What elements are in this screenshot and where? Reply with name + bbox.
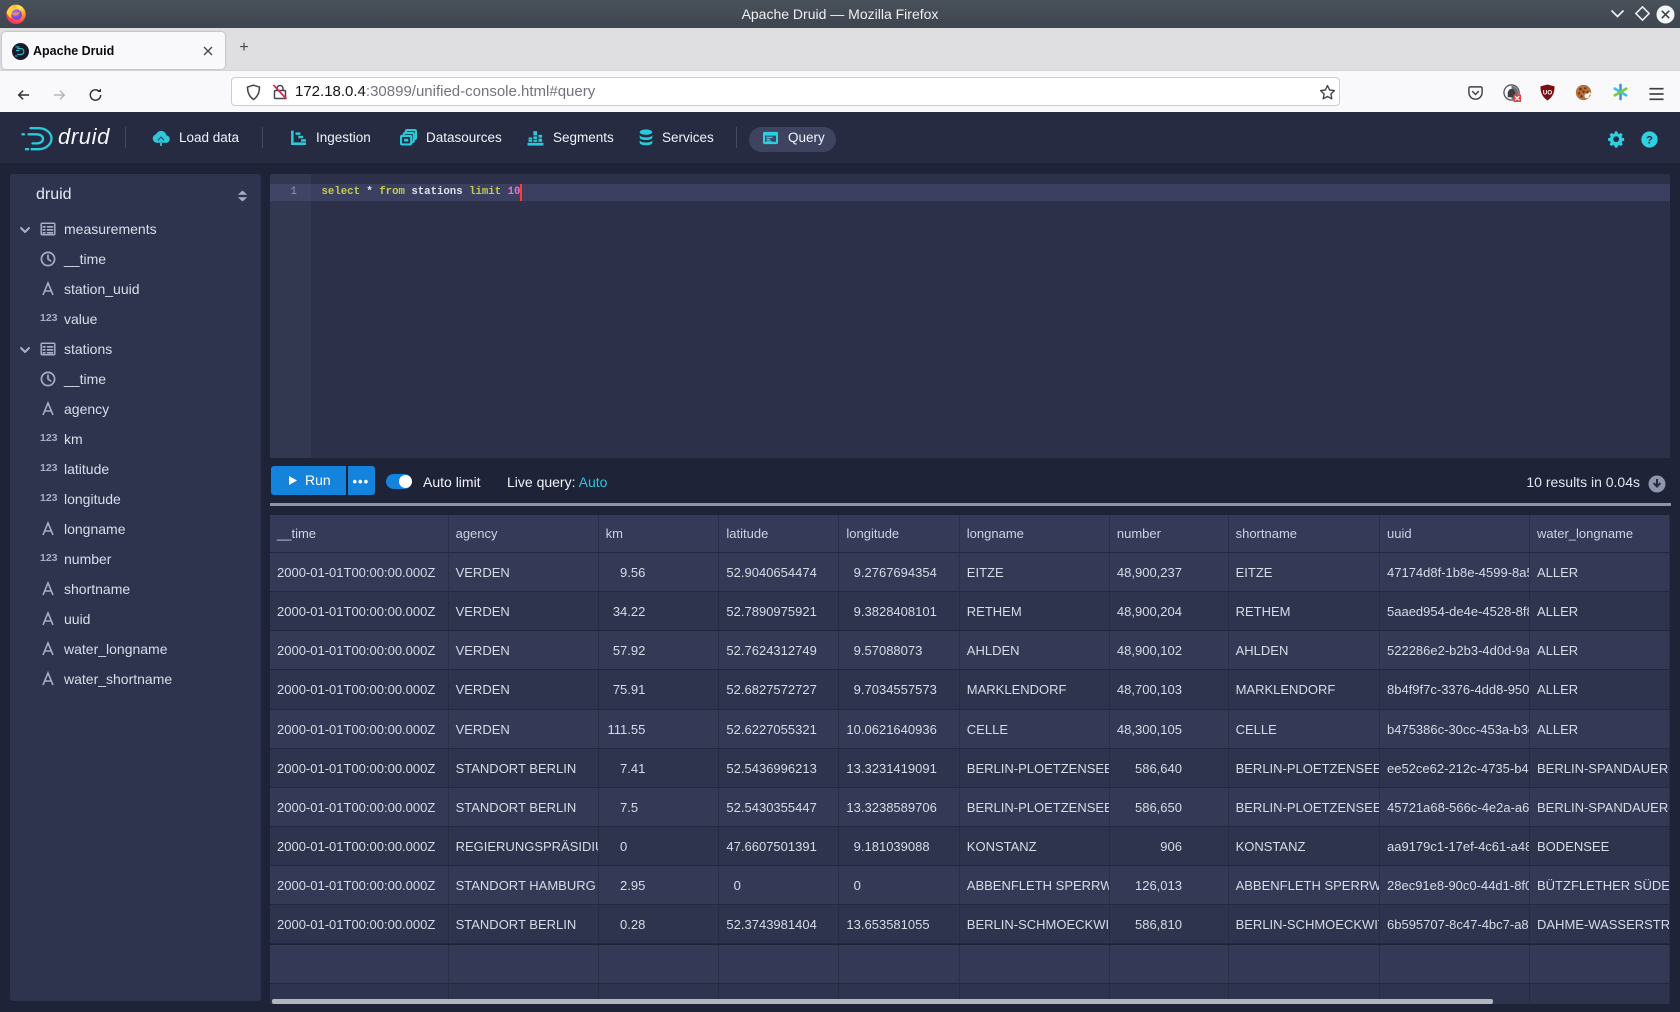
svg-text:?: ? (1646, 134, 1653, 146)
svg-text:UO: UO (1543, 89, 1552, 96)
